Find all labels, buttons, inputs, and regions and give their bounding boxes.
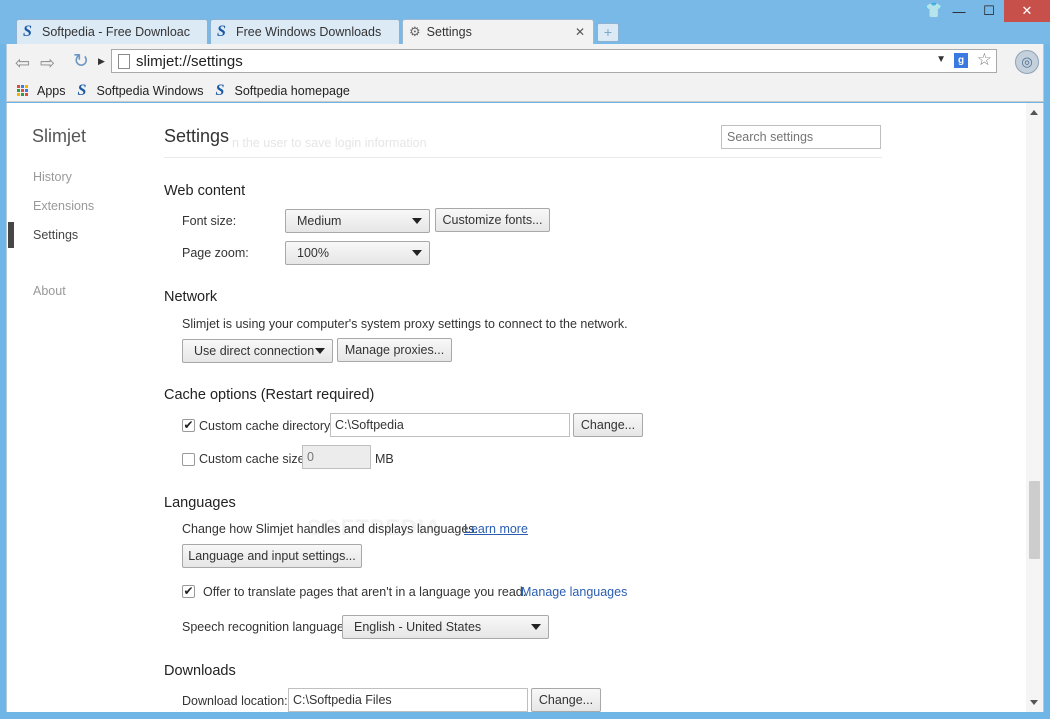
bookmark-label: Softpedia homepage [234, 83, 350, 98]
forward-arrow-icon[interactable]: ⇨ [40, 53, 55, 74]
gear-icon: ⚙ [409, 24, 421, 39]
scroll-down-arrow-icon[interactable] [1030, 700, 1038, 705]
manage-languages-link[interactable]: Manage languages [521, 585, 627, 599]
bookmarks-bar: Apps S Softpedia Windows S Softpedia hom… [6, 80, 1044, 102]
speech-language-label: Speech recognition language: [182, 620, 348, 634]
google-search-icon[interactable]: g [954, 53, 968, 68]
tab-softpedia[interactable]: S Softpedia - Free Downloac [16, 19, 208, 44]
reload-icon[interactable]: ↻ [73, 50, 89, 73]
search-settings-input[interactable] [721, 125, 881, 149]
tab-label: Softpedia - Free Downloac [42, 25, 190, 39]
maximize-button[interactable]: ☐ [974, 0, 1004, 22]
watermark: SOFTPEDIA [307, 515, 442, 540]
softpedia-icon: S [215, 81, 225, 99]
cache-size-unit: MB [375, 452, 394, 466]
page-zoom-value: 100% [297, 246, 329, 260]
proxy-connection-value: Use direct connection [194, 344, 315, 358]
page-zoom-select[interactable]: 100% [285, 241, 430, 265]
page-title: Settings [164, 126, 230, 146]
offer-translate-checkbox[interactable]: ✔ [182, 585, 195, 598]
dropdown-caret-icon [412, 250, 422, 256]
network-description: Slimjet is using your computer's system … [182, 317, 628, 331]
dropdown-caret-icon [315, 348, 325, 354]
font-size-value: Medium [297, 214, 342, 228]
tab-settings[interactable]: ⚙ Settings ✕ [402, 19, 594, 44]
menu-globe-icon[interactable]: ◎ [1015, 50, 1039, 74]
section-languages: Languages [164, 495, 236, 511]
custom-cache-dir-label: Custom cache directory: [199, 419, 334, 433]
language-input-settings-button[interactable]: Language and input settings... [182, 544, 362, 568]
change-download-location-button[interactable]: Change... [531, 688, 601, 712]
tab-label: Settings [426, 25, 472, 39]
proxy-connection-select[interactable]: Use direct connection [182, 339, 333, 363]
cache-size-field[interactable]: 0 [302, 445, 371, 469]
tab-label: Free Windows Downloads [236, 25, 382, 39]
speech-language-select[interactable]: English - United States [342, 615, 549, 639]
bookmark-label: Apps [37, 83, 66, 98]
tab-free-windows-downloads[interactable]: S Free Windows Downloads [210, 19, 400, 44]
page-icon [118, 54, 130, 69]
sidebar-item-history[interactable]: History [33, 170, 72, 184]
section-network: Network [164, 289, 218, 305]
download-location-field[interactable]: C:\Softpedia Files [288, 688, 528, 712]
faded-text: n the user to save login information [232, 136, 427, 150]
sidebar: Slimjet History Extensions Settings Abou… [7, 103, 157, 712]
new-tab-button[interactable]: + [597, 23, 619, 42]
vertical-scrollbar[interactable] [1026, 103, 1043, 712]
header-divider [164, 157, 882, 158]
dropdown-caret-icon [412, 218, 422, 224]
tab-strip: S Softpedia - Free Downloac S Free Windo… [16, 19, 596, 45]
address-bar[interactable]: slimjet://settings ▼ g ☆ [111, 49, 997, 73]
manage-proxies-button[interactable]: Manage proxies... [337, 338, 452, 362]
custom-cache-dir-checkbox[interactable]: ✔ [182, 419, 195, 432]
selected-marker [8, 222, 14, 248]
font-size-label: Font size: [182, 214, 237, 228]
speech-language-value: English - United States [354, 620, 482, 634]
dropdown-caret-icon [531, 624, 541, 630]
window-controls: — ☐ ✕ [944, 0, 1050, 22]
settings-page: Slimjet History Extensions Settings Abou… [6, 103, 1044, 712]
close-tab-icon[interactable]: ✕ [573, 25, 587, 39]
bookmark-star-icon[interactable]: ☆ [977, 50, 992, 70]
sidebar-item-extensions[interactable]: Extensions [33, 199, 94, 213]
close-window-button[interactable]: ✕ [1004, 0, 1050, 22]
shirt-icon[interactable]: 👕 [924, 2, 944, 20]
change-cache-dir-button[interactable]: Change... [573, 413, 643, 437]
softpedia-icon: S [77, 81, 87, 99]
minimize-button[interactable]: — [944, 0, 974, 22]
back-arrow-icon[interactable]: ⇦ [15, 53, 30, 74]
softpedia-icon: S [217, 23, 226, 40]
download-location-label: Download location: [182, 694, 288, 708]
section-cache-options: Cache options (Restart required) [164, 387, 375, 403]
bookmark-softpedia-homepage[interactable]: S Softpedia homepage [215, 81, 350, 99]
section-web-content: Web content [164, 183, 246, 199]
sidebar-brand: Slimjet [32, 126, 87, 146]
offer-translate-label: Offer to translate pages that aren't in … [203, 585, 527, 599]
apps-icon [17, 84, 29, 97]
bookmark-label: Softpedia Windows [96, 83, 204, 98]
font-size-select[interactable]: Medium [285, 209, 430, 233]
url-text[interactable]: slimjet://settings [136, 53, 243, 70]
bookmark-apps[interactable]: Apps [17, 84, 66, 98]
settings-main: n the user to save login information Set… [164, 103, 894, 712]
customize-fonts-button[interactable]: Customize fonts... [435, 208, 550, 232]
sidebar-item-settings[interactable]: Settings [33, 228, 78, 242]
custom-cache-size-label: Custom cache size: [199, 452, 309, 466]
page-zoom-label: Page zoom: [182, 246, 249, 260]
play-icon[interactable]: ▶ [98, 56, 105, 67]
search-engine-dropdown-icon[interactable]: ▼ [936, 54, 946, 65]
section-downloads: Downloads [164, 663, 236, 679]
softpedia-icon: S [23, 23, 32, 40]
custom-cache-size-checkbox[interactable] [182, 453, 195, 466]
toolbar: ⇦ ⇨ ↻ ▶ slimjet://settings ▼ g ☆ ◎ [6, 44, 1044, 80]
cache-directory-field[interactable]: C:\Softpedia [330, 413, 570, 437]
learn-more-link[interactable]: Learn more [464, 522, 528, 536]
scroll-thumb[interactable] [1029, 481, 1040, 559]
sidebar-item-about[interactable]: About [33, 284, 66, 298]
scroll-up-arrow-icon[interactable] [1030, 110, 1038, 115]
bookmark-softpedia-windows[interactable]: S Softpedia Windows [77, 81, 204, 99]
